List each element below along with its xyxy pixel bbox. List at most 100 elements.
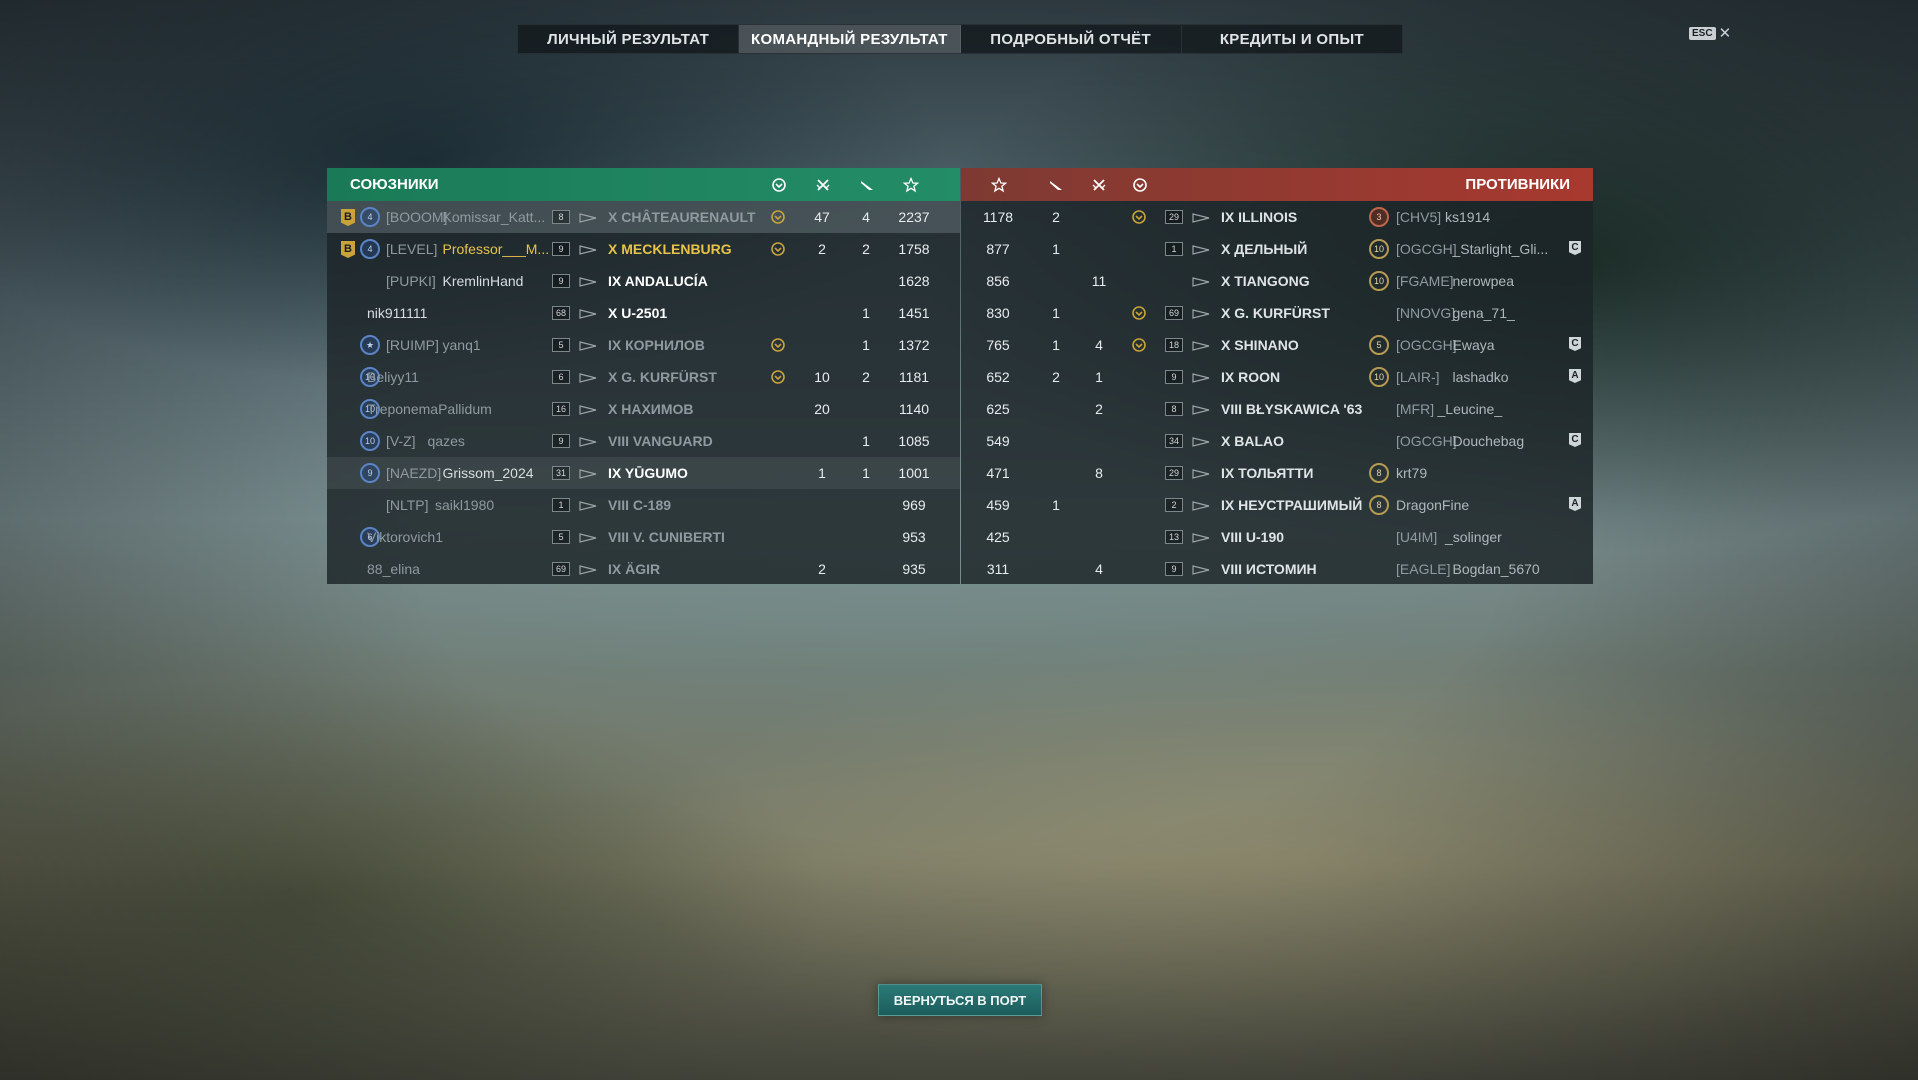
xp-value: 1001 — [898, 465, 930, 481]
xp-value: 856 — [986, 273, 1010, 289]
ship-class-icon — [1191, 339, 1211, 351]
ribbon-icon — [770, 241, 786, 257]
clan-tag: [NAEZD] — [386, 465, 442, 481]
xp-value: 652 — [986, 369, 1010, 385]
table-row[interactable]: 10 Beliyy11 6 X G. KURFÜRST 10 2 1181 — [327, 361, 960, 393]
ship-name: IX ANDALUCÍA — [608, 273, 708, 289]
table-row[interactable]: 856 11 X TIANGONG 10 [FGAME] nerowpea — [961, 265, 1593, 297]
ship-class-icon — [578, 403, 598, 415]
ship-class-icon — [1191, 467, 1211, 479]
xp-value: 1372 — [898, 337, 930, 353]
table-row[interactable]: 311 4 9 VIII ИСТОМИН [EAGLE] Bogdan_5670 — [961, 553, 1593, 585]
team-tag-badge: C — [1569, 337, 1581, 351]
table-row[interactable]: B 4 [BOOOM] Komissar_Katt... 8 X CHÂTEAURENAU… — [327, 201, 960, 233]
esc-key-icon: ESC — [1689, 27, 1716, 40]
level-icon: 1 — [552, 498, 570, 512]
player-name: lashadko — [1452, 369, 1509, 385]
table-row[interactable]: nik911111 68 X U-2501 1 1451 — [327, 297, 960, 329]
rank-icon: ★ — [360, 335, 380, 355]
tab-team-result[interactable]: КОМАНДНЫЙ РЕЗУЛЬТАТ — [739, 25, 961, 53]
allies-header: СОЮЗНИКИ — [327, 168, 960, 201]
level-icon: 8 — [552, 210, 570, 224]
clan-tag: [MFR] — [1396, 401, 1435, 417]
xp-value: 1758 — [898, 241, 930, 257]
ship-name: X TIANGONG — [1221, 273, 1310, 289]
player-name: Professor___M... — [442, 241, 550, 257]
ship-class-icon — [1191, 371, 1211, 383]
table-row[interactable]: [PUPKI] KremlinHand 9 IX ANDALUCÍA 1628 — [327, 265, 960, 297]
xp-value: 1085 — [898, 433, 930, 449]
table-row[interactable]: 10 TreponemaPallidum 16 X НАХИМОВ 20 1140 — [327, 393, 960, 425]
xp-star-icon — [902, 176, 920, 194]
ship-name: VIII BŁYSKAWICA '63 — [1221, 401, 1363, 417]
clan-tag: [BOOOM] — [386, 209, 448, 225]
ship-name: X U-2501 — [608, 305, 668, 321]
rank-icon: 10 — [1369, 367, 1389, 387]
enemies-header: ПРОТИВНИКИ — [961, 168, 1593, 201]
ship-name: X НАХИМОВ — [608, 401, 694, 417]
level-icon: 9 — [1165, 562, 1183, 576]
planes-value: 1 — [1052, 241, 1060, 257]
table-row[interactable]: 88_elina 69 IX ÄGIR 2 935 — [327, 553, 960, 585]
player-name: qazes — [427, 433, 465, 449]
clan-tag: [FGAME] — [1396, 273, 1454, 289]
xp-value: 1140 — [898, 401, 930, 417]
return-to-port-button[interactable]: ВЕРНУТЬСЯ В ПОРТ — [878, 984, 1042, 1016]
table-row[interactable]: 549 34 X BALAO [OGCGH] Douchebag C — [961, 425, 1593, 457]
table-row[interactable]: 10 [V-Z] qazes 9 VIII VANGUARD 1 1085 — [327, 425, 960, 457]
ship-class-icon — [1191, 435, 1211, 447]
table-row[interactable]: 830 1 69 X G. KURFÜRST [NNOVG] gena_71_ — [961, 297, 1593, 329]
table-row[interactable]: 425 13 VIII U-190 [U4IM] _solinger — [961, 521, 1593, 553]
close-esc-button[interactable]: ESC ✕ — [1689, 26, 1731, 41]
xp-value: 830 — [986, 305, 1010, 321]
xp-value: 549 — [986, 433, 1010, 449]
level-icon: 18 — [1165, 338, 1183, 352]
xp-value: 765 — [986, 337, 1010, 353]
clan-tag: [RUIMP] — [386, 337, 439, 353]
player-name: nerowpea — [1452, 273, 1515, 289]
clan-tag: [NLTP] — [386, 497, 429, 513]
ship-class-icon — [1191, 499, 1211, 511]
ribbon-icon — [770, 337, 786, 353]
table-row[interactable]: 9 [NAEZD] Grissom_2024 31 IX YŪGUMO 1 1 1001 — [327, 457, 960, 489]
table-row[interactable]: ★ [RUIMP] yanq1 5 IX КОРНИЛОВ 1 1372 — [327, 329, 960, 361]
kills-value: 2 — [1095, 401, 1103, 417]
clan-tag: [LEVEL] — [386, 241, 438, 257]
rank-icon: 5 — [1369, 335, 1389, 355]
ribbon-icon — [1131, 337, 1147, 353]
planes-value: 1 — [862, 305, 870, 321]
ship-name: X BALAO — [1221, 433, 1284, 449]
table-row[interactable]: 459 1 2 IX НЕУСТРАШИМЫЙ 8 DragonFine A — [961, 489, 1593, 521]
tab-detailed-report[interactable]: ПОДРОБНЫЙ ОТЧЁТ — [961, 25, 1182, 53]
player-name: _Starlight_Gli... — [1452, 241, 1549, 257]
rank-icon: 3 — [1369, 207, 1389, 227]
table-row[interactable]: [NLTP] saikl1980 1 VIII C-189 969 — [327, 489, 960, 521]
xp-value: 953 — [902, 529, 926, 545]
tab-credits-xp[interactable]: КРЕДИТЫ И ОПЫТ — [1182, 25, 1402, 53]
table-row[interactable]: 652 2 1 9 IX ROON 10 [LAIR-] lashadko A — [961, 361, 1593, 393]
player-name: Bogdan_5670 — [1452, 561, 1540, 577]
ribbon-icon — [770, 176, 788, 194]
ship-name: IX YŪGUMO — [608, 465, 688, 481]
ship-name: X G. KURFÜRST — [608, 369, 717, 385]
table-row[interactable]: 471 8 29 IX ТОЛЬЯТТИ 8 krt79 — [961, 457, 1593, 489]
kills-value: 1 — [818, 465, 826, 481]
kills-value: 2 — [818, 241, 826, 257]
planes-value: 1 — [862, 465, 870, 481]
table-row[interactable]: 6 Viktorovich1 5 VIII V. CUNIBERTI 953 — [327, 521, 960, 553]
kills-value: 1 — [1095, 369, 1103, 385]
tab-personal-result[interactable]: ЛИЧНЫЙ РЕЗУЛЬТАТ — [518, 25, 740, 53]
rank-icon: 4 — [360, 207, 380, 227]
ship-name: X ДЕЛЬНЫЙ — [1221, 241, 1308, 257]
level-icon: 5 — [552, 338, 570, 352]
table-row[interactable]: B 4 [LEVEL] Professor___M... 9 X MECKLENBURG 2… — [327, 233, 960, 265]
planes-value: 2 — [862, 241, 870, 257]
table-row[interactable]: 1178 2 29 IX ILLINOIS 3 [CHV5] ks1914 — [961, 201, 1593, 233]
table-row[interactable]: 765 1 4 18 X SHINANO 5 [OGCGH] Ewaya C — [961, 329, 1593, 361]
player-name: DragonFine — [1396, 497, 1470, 513]
ship-class-icon — [578, 339, 598, 351]
table-row[interactable]: 625 2 8 VIII BŁYSKAWICA '63 [MFR] _Leucine_ — [961, 393, 1593, 425]
player-name: nik911111 — [367, 305, 428, 321]
ship-class-icon — [1191, 211, 1211, 223]
table-row[interactable]: 877 1 1 X ДЕЛЬНЫЙ 10 [OGCGH] _Starlight_Gli...… — [961, 233, 1593, 265]
